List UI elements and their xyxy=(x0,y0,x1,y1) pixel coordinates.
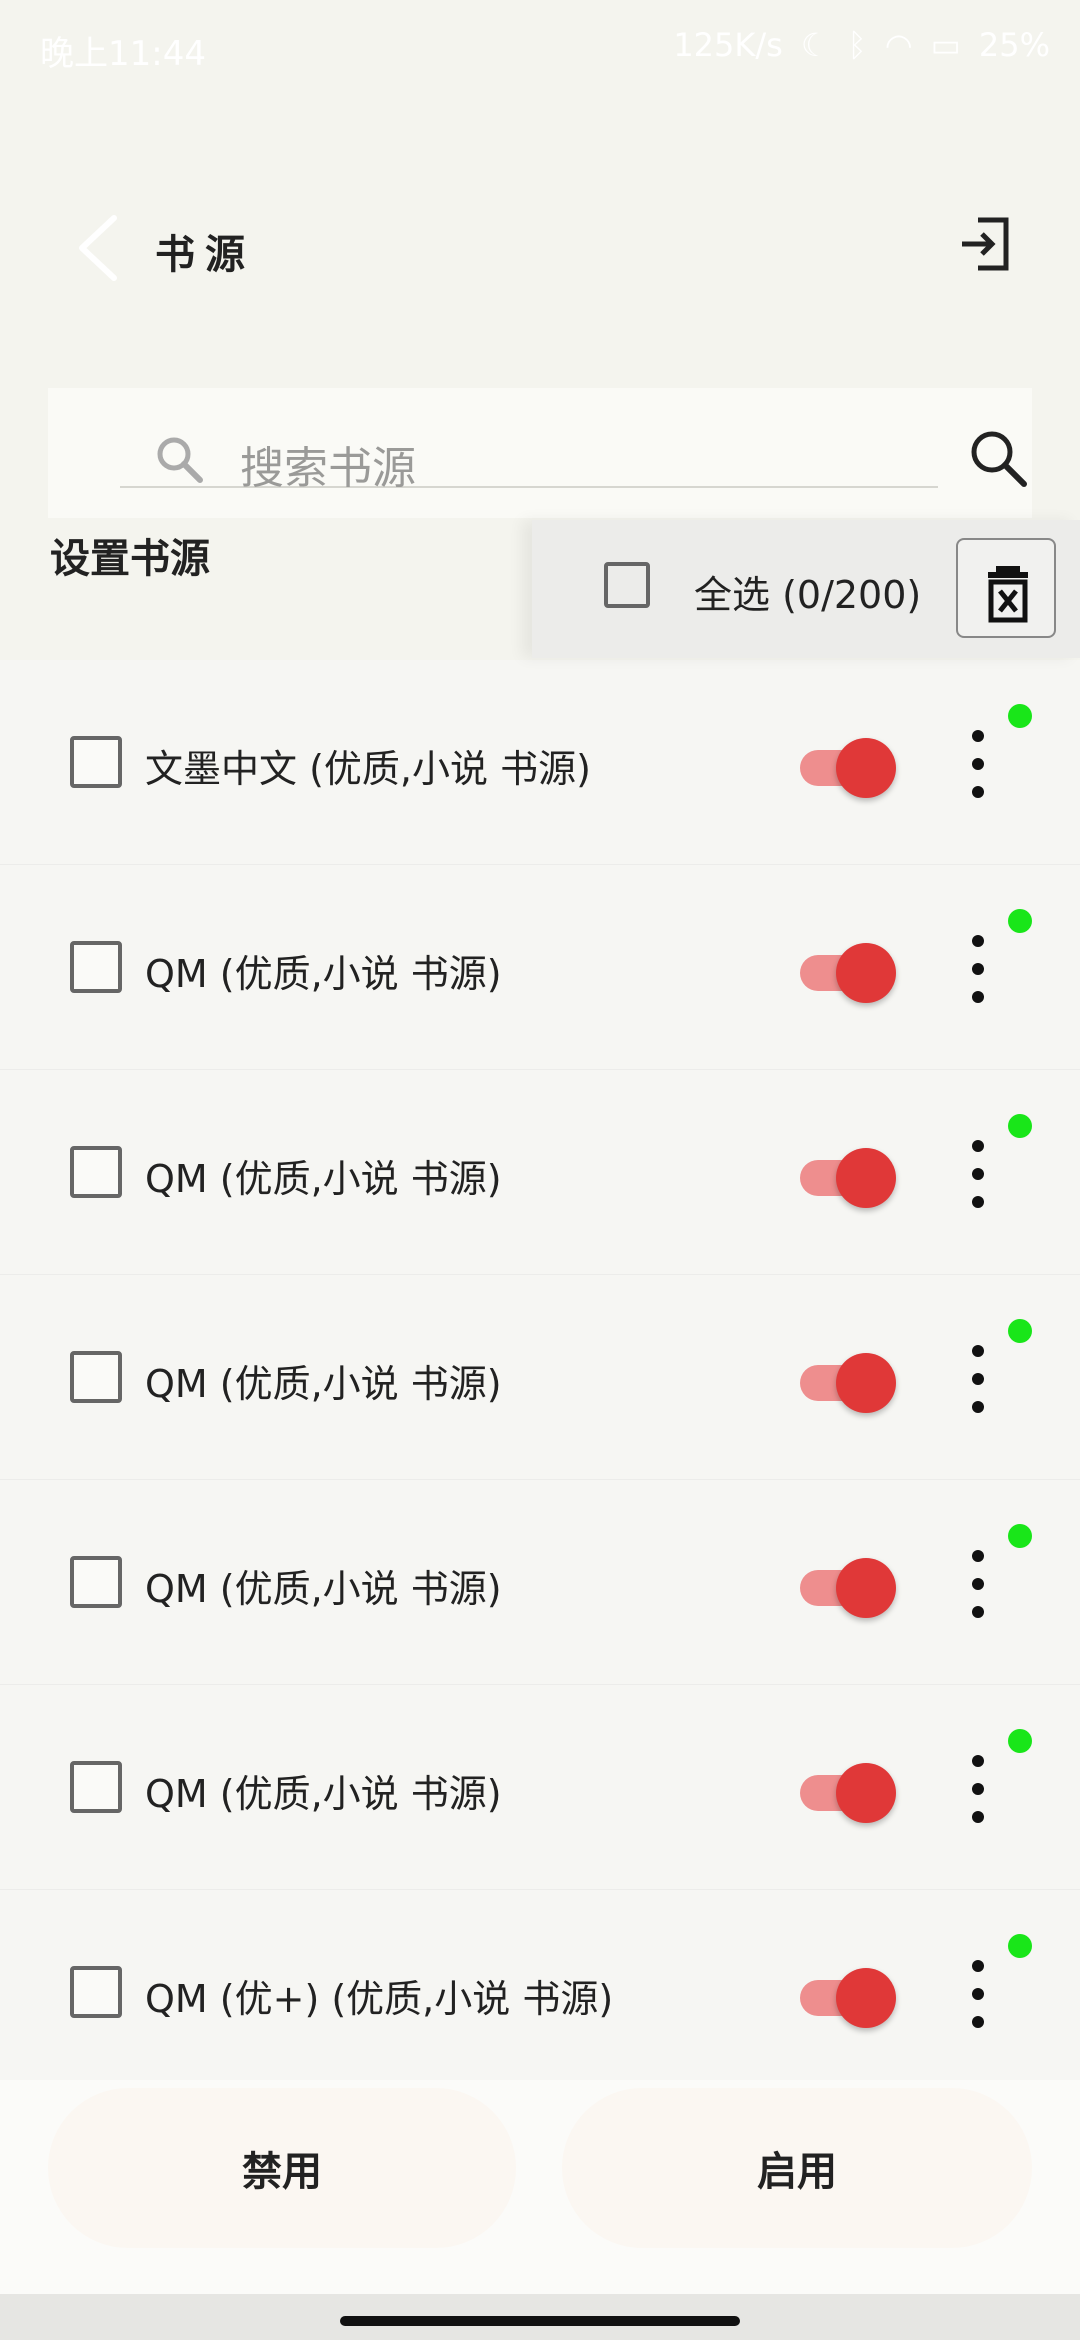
battery-level: 25% xyxy=(978,26,1050,64)
selection-toolbar: 全选 (0/200) xyxy=(532,520,1080,658)
enable-button[interactable]: 启用 xyxy=(562,2088,1032,2248)
status-dot xyxy=(1008,1319,1032,1343)
list-item[interactable]: QM (优+) (优质,小说 书源) xyxy=(0,1890,1080,2095)
status-time: 晚上11:44 xyxy=(40,34,206,74)
enable-toggle[interactable] xyxy=(800,732,900,798)
item-checkbox[interactable] xyxy=(70,1761,122,1813)
search-input[interactable]: 搜索书源 xyxy=(120,428,938,494)
search-button[interactable] xyxy=(966,426,1030,490)
item-checkbox[interactable] xyxy=(70,736,122,788)
enable-toggle[interactable] xyxy=(800,1142,900,1208)
more-vert-icon[interactable] xyxy=(958,1134,998,1214)
source-name: 文墨中文 (优质,小说 书源) xyxy=(145,747,591,791)
status-dot xyxy=(1008,1934,1032,1958)
trash-icon xyxy=(988,566,1028,623)
more-vert-icon[interactable] xyxy=(958,1749,998,1829)
search-icon xyxy=(157,437,203,483)
status-dot xyxy=(1008,909,1032,933)
item-checkbox[interactable] xyxy=(70,1966,122,2018)
bluetooth-icon: ᛒ xyxy=(847,26,867,64)
list-item[interactable]: QM (优质,小说 书源) xyxy=(0,865,1080,1070)
select-all-label[interactable]: 全选 (0/200) xyxy=(694,564,921,619)
disable-button[interactable]: 禁用 xyxy=(48,2088,516,2248)
wifi-icon: ◠ xyxy=(884,26,913,64)
net-speed: 125K/s xyxy=(673,26,783,64)
list-item[interactable]: QM (优质,小说 书源) xyxy=(0,1275,1080,1480)
moon-icon: ☾ xyxy=(800,26,830,64)
source-name: QM (优质,小说 书源) xyxy=(145,1567,502,1611)
status-dot xyxy=(1008,1524,1032,1548)
more-vert-icon[interactable] xyxy=(958,724,998,804)
search-placeholder: 搜索书源 xyxy=(240,443,416,494)
item-checkbox[interactable] xyxy=(70,941,122,993)
list-item[interactable]: QM (优质,小说 书源) xyxy=(0,1070,1080,1275)
delete-button[interactable] xyxy=(956,538,1056,638)
chevron-left-icon xyxy=(79,215,117,281)
source-name: QM (优+) (优质,小说 书源) xyxy=(145,1977,614,2021)
item-checkbox[interactable] xyxy=(70,1146,122,1198)
system-nav-bar xyxy=(0,2294,1080,2340)
list-item[interactable]: QM (优质,小说 书源) xyxy=(0,1480,1080,1685)
settings-label: 设置书源 xyxy=(50,536,210,582)
search-icon xyxy=(971,431,1027,487)
status-dot xyxy=(1008,1114,1032,1138)
source-name: QM (优质,小说 书源) xyxy=(145,1362,502,1406)
enable-toggle[interactable] xyxy=(800,1347,900,1413)
home-indicator[interactable] xyxy=(340,2316,740,2326)
source-name: QM (优质,小说 书源) xyxy=(145,952,502,996)
status-bar: 晚上11:44 125K/s ☾ ᛒ ◠ ▭ 25% xyxy=(0,0,1080,110)
enable-toggle[interactable] xyxy=(800,937,900,1003)
select-all-checkbox[interactable] xyxy=(604,562,650,608)
status-dot xyxy=(1008,704,1032,728)
source-name: QM (优质,小说 书源) xyxy=(145,1772,502,1816)
source-list: 文墨中文 (优质,小说 书源) QM (优质,小说 书源) QM (优质,小说 … xyxy=(0,660,1080,2095)
more-vert-icon[interactable] xyxy=(958,929,998,1009)
more-vert-icon[interactable] xyxy=(958,1339,998,1419)
battery-icon: ▭ xyxy=(930,26,961,64)
item-checkbox[interactable] xyxy=(70,1556,122,1608)
enable-toggle[interactable] xyxy=(800,1962,900,2028)
more-vert-icon[interactable] xyxy=(958,1954,998,2034)
import-button[interactable] xyxy=(958,214,1014,274)
import-icon xyxy=(962,217,1009,271)
list-item[interactable]: 文墨中文 (优质,小说 书源) xyxy=(0,660,1080,865)
search-bar: 搜索书源 xyxy=(48,388,1032,518)
status-icons: 125K/s ☾ ᛒ ◠ ▭ 25% xyxy=(673,26,1050,64)
more-vert-icon[interactable] xyxy=(958,1544,998,1624)
status-dot xyxy=(1008,1729,1032,1753)
enable-toggle[interactable] xyxy=(800,1552,900,1618)
list-item[interactable]: QM (优质,小说 书源) xyxy=(0,1685,1080,1890)
page-title: 书源 xyxy=(155,232,255,278)
back-button[interactable] xyxy=(70,208,130,288)
enable-toggle[interactable] xyxy=(800,1757,900,1823)
item-checkbox[interactable] xyxy=(70,1351,122,1403)
source-name: QM (优质,小说 书源) xyxy=(145,1157,502,1201)
